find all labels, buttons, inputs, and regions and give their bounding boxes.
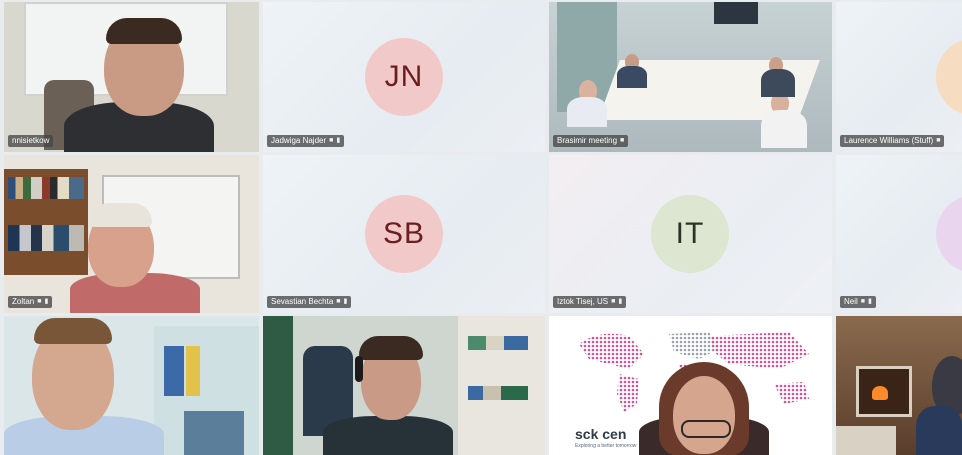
avatar-initials: SB [382,217,426,250]
participant-name-tag: nnisietkow [8,135,54,147]
camera-icon: ■ [860,298,866,305]
mic-icon: ▮ [618,298,623,305]
camera-icon: ■ [37,298,42,305]
logo-tagline: Exploring a better tomorrow [575,443,637,449]
participant-avatar [936,38,962,116]
mic-icon: ▮ [868,298,872,305]
fire [872,386,888,400]
camera-icon: ■ [336,298,341,305]
binders [164,346,184,396]
participant-name-tag: Zoltan ■ ▮ [8,296,53,308]
person-body [916,406,962,455]
binders [186,346,200,396]
participant-avatar [936,195,962,273]
participant-name-tag: Sevastian Bechta ■ ▮ [267,296,352,308]
video-tile-9[interactable] [4,316,259,455]
person-body [323,416,453,455]
participant-avatar: IT [651,195,729,273]
mic-icon: ▮ [336,137,341,144]
video-tile-12[interactable] [836,316,962,455]
participant-name: Laurence Williams (Stuff) [844,136,934,145]
participant-avatar: JN [365,38,443,116]
person-body [567,97,607,127]
hair [34,318,112,344]
video-grid: nnisietkow JN Jadwiga Najder ■ ▮ Brasimi… [0,0,962,455]
participant-name: nnisietkow [12,136,50,145]
participant-avatar: SB [365,195,443,273]
glasses [681,420,731,438]
hair [90,203,152,227]
wall-screen [714,2,758,24]
video-tile-1[interactable]: nnisietkow [4,2,259,152]
participant-name-tag: Iztok Tisej, US ■ ▮ [553,296,627,308]
mic-icon: ▮ [343,298,348,305]
participant-name: Zoltan [12,297,35,306]
participant-name: Neil [844,297,858,306]
camera-icon: ■ [936,137,941,144]
avatar-initials: IT [675,217,705,250]
camera-icon: ■ [611,298,616,305]
headphones [355,356,363,382]
books [468,386,528,400]
books [8,225,84,251]
books [8,177,84,199]
picture [184,411,244,455]
participant-name-tag: Jadwiga Najder ■ ▮ [267,135,345,147]
sofa [836,426,896,455]
hair [106,18,182,44]
camera-icon: ■ [329,137,334,144]
mic-icon: ▮ [44,298,49,305]
curtain [263,316,293,455]
video-tile-5[interactable]: Zoltan ■ ▮ [4,155,259,313]
participant-name-tag: Neil ■ ▮ [840,296,876,308]
books [468,336,528,350]
participant-name: Iztok Tisej, US [557,297,609,306]
participant-name: Brasimir meeting [557,136,618,145]
person-head [673,376,735,454]
participant-name-tag: Brasimir meeting ■ [553,135,629,147]
video-tile-2[interactable]: JN Jadwiga Najder ■ ▮ [263,2,545,152]
video-tile-6[interactable]: SB Sevastian Bechta ■ ▮ [263,155,545,313]
sck-cen-logo: sck cen [575,426,627,442]
video-tile-4[interactable]: Laurence Williams (Stuff) ■ [836,2,962,152]
video-tile-3[interactable]: Brasimir meeting ■ [549,2,832,152]
video-tile-10[interactable] [263,316,545,455]
avatar-initials: JN [384,60,424,93]
person-body [617,66,647,88]
camera-icon: ■ [620,137,625,144]
participant-name: Jadwiga Najder [271,136,327,145]
video-tile-7[interactable]: IT Iztok Tisej, US ■ ▮ [549,155,832,313]
participant-name-tag: Laurence Williams (Stuff) ■ [840,135,945,147]
video-tile-8[interactable]: Neil ■ ▮ [836,155,962,313]
person-body [761,110,807,148]
hair [359,336,423,360]
person-body [761,69,795,97]
video-tile-11[interactable]: sck cen Exploring a better tomorrow [549,316,832,455]
participant-name: Sevastian Bechta [271,297,334,306]
